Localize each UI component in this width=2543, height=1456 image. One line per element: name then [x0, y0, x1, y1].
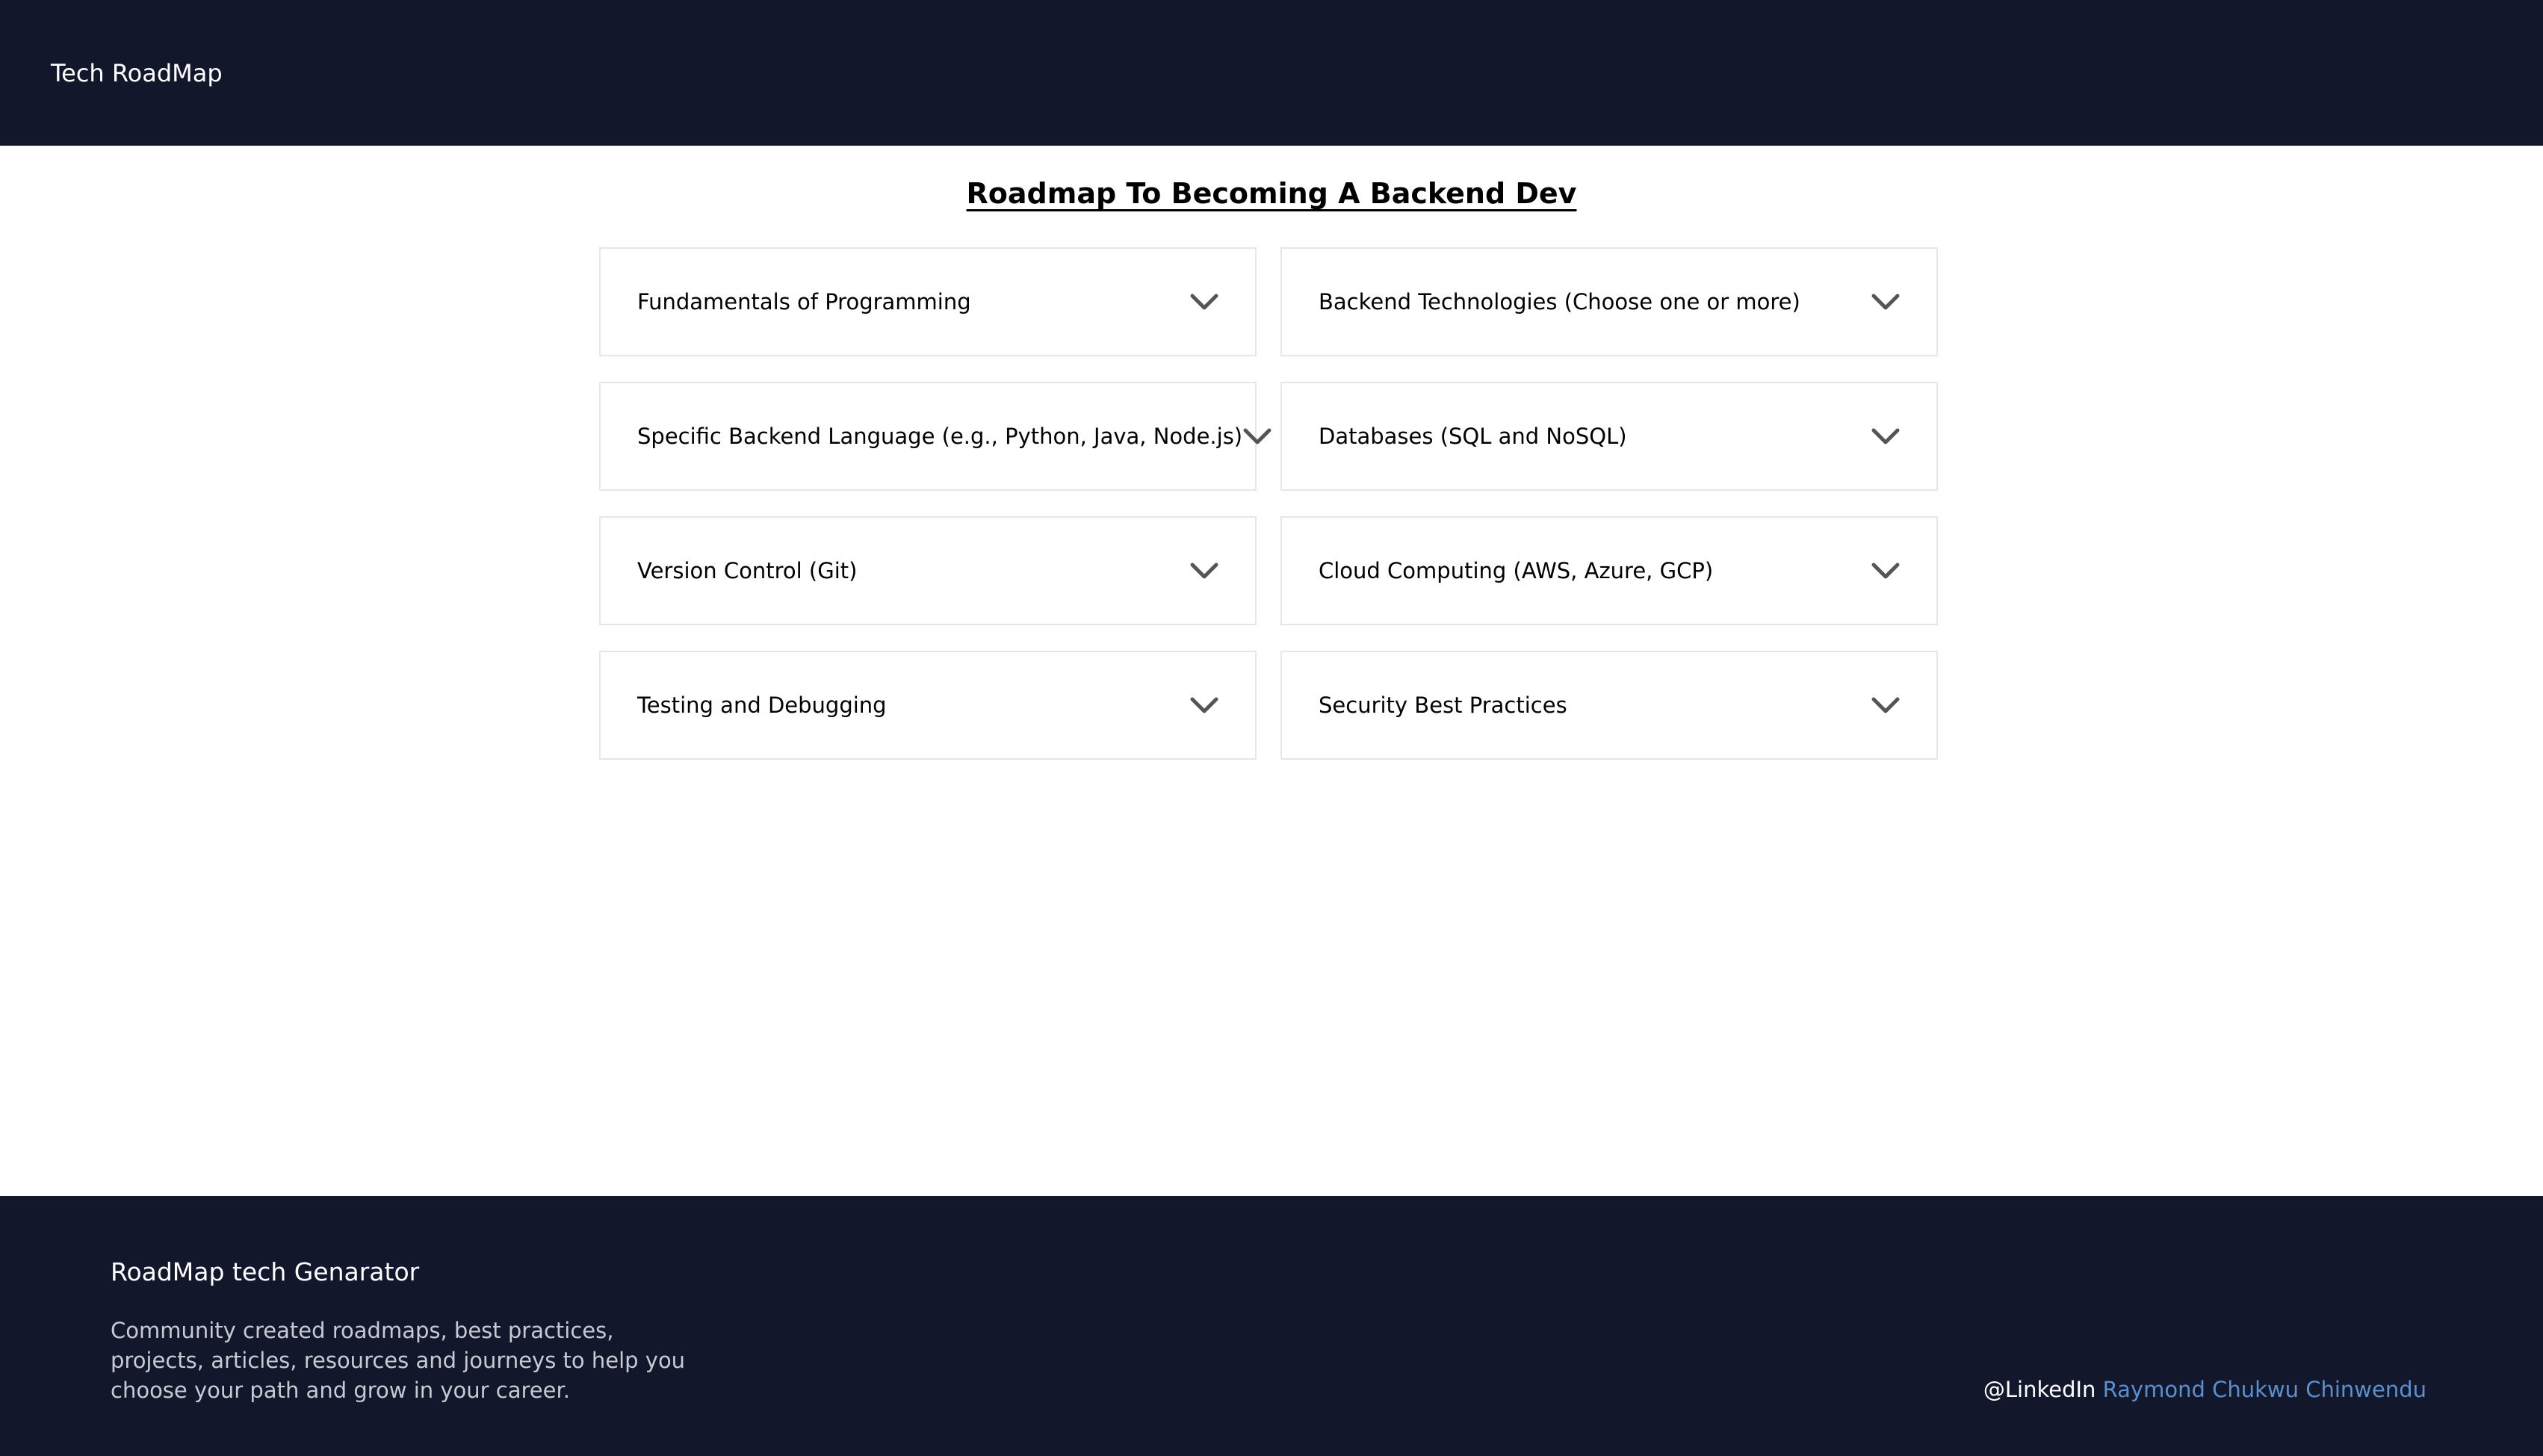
chevron-down-icon[interactable] — [1242, 427, 1272, 446]
footer-title: RoadMap tech Genarator — [111, 1257, 420, 1286]
chevron-down-icon[interactable] — [1189, 292, 1219, 312]
chevron-down-icon[interactable] — [1189, 561, 1219, 580]
topic-label: Security Best Practices — [1319, 693, 1567, 718]
topic-card-version-control[interactable]: Version Control (Git) — [599, 516, 1257, 625]
page-title: Roadmap To Becoming A Backend Dev — [966, 177, 1577, 210]
topic-label: Specific Backend Language (e.g., Python,… — [637, 424, 1243, 449]
topic-label: Fundamentals of Programming — [637, 289, 971, 315]
chevron-down-icon[interactable] — [1871, 696, 1901, 715]
topic-grid: Fundamentals of Programming Backend Tech… — [599, 247, 1938, 760]
topic-label: Testing and Debugging — [637, 693, 887, 718]
linkedin-author-link[interactable]: Raymond Chukwu Chinwendu — [2103, 1377, 2426, 1402]
footer-credit: @LinkedIn Raymond Chukwu Chinwendu — [1983, 1377, 2426, 1402]
topic-label: Databases (SQL and NoSQL) — [1319, 424, 1627, 449]
navbar: Tech RoadMap — [0, 0, 2543, 146]
topic-card-fundamentals[interactable]: Fundamentals of Programming — [599, 247, 1257, 356]
chevron-down-icon[interactable] — [1189, 696, 1219, 715]
brand-logo-text[interactable]: Tech RoadMap — [51, 59, 223, 87]
footer-description: Community created roadmaps, best practic… — [111, 1318, 686, 1403]
topic-label: Version Control (Git) — [637, 558, 858, 583]
chevron-down-icon[interactable] — [1871, 561, 1901, 580]
topic-card-security[interactable]: Security Best Practices — [1280, 651, 1938, 760]
linkedin-prefix: @LinkedIn — [1983, 1377, 2096, 1402]
footer: RoadMap tech Genarator Community created… — [0, 1196, 2543, 1456]
topic-label: Backend Technologies (Choose one or more… — [1319, 289, 1800, 315]
topic-label: Cloud Computing (AWS, Azure, GCP) — [1319, 558, 1714, 583]
chevron-down-icon[interactable] — [1871, 292, 1901, 312]
topic-card-cloud-computing[interactable]: Cloud Computing (AWS, Azure, GCP) — [1280, 516, 1938, 625]
topic-card-backend-language[interactable]: Specific Backend Language (e.g., Python,… — [599, 382, 1272, 491]
chevron-down-icon[interactable] — [1871, 427, 1901, 446]
main-content: Roadmap To Becoming A Backend Dev Fundam… — [0, 146, 2543, 1196]
topic-card-testing-debugging[interactable]: Testing and Debugging — [599, 651, 1257, 760]
topic-card-databases[interactable]: Databases (SQL and NoSQL) — [1280, 382, 1938, 491]
topic-card-backend-technologies[interactable]: Backend Technologies (Choose one or more… — [1280, 247, 1938, 356]
